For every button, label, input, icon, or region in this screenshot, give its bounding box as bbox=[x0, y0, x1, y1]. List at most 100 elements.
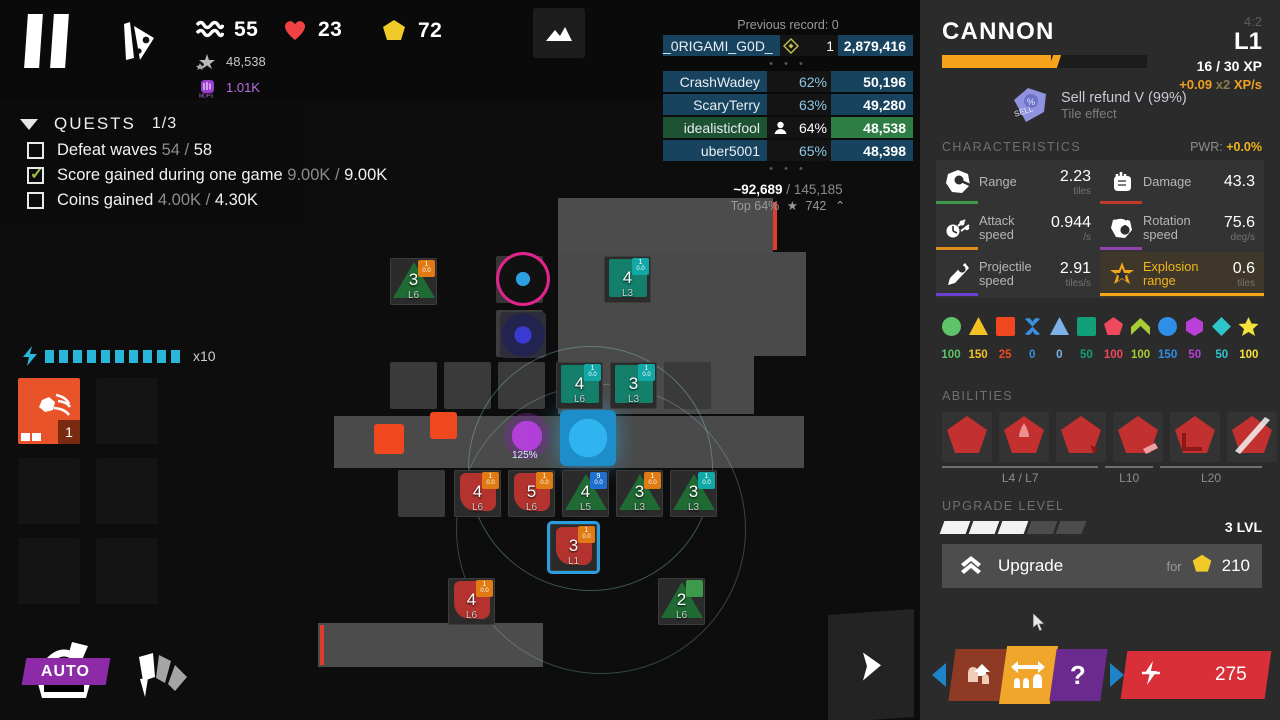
ability-pentagon-spike bbox=[999, 411, 1049, 464]
ability-slot-empty[interactable] bbox=[18, 538, 80, 604]
tile-level: L3 bbox=[627, 394, 640, 405]
fan-speed-icon[interactable] bbox=[135, 645, 197, 703]
board-tile[interactable]: 4 L5 9 0.0 bbox=[562, 470, 609, 517]
characteristic-unit: deg/s bbox=[1230, 231, 1255, 243]
ability-slot[interactable] bbox=[1170, 412, 1220, 462]
wave-value: 55 bbox=[234, 18, 259, 41]
pause-icon[interactable] bbox=[24, 14, 76, 68]
xp-rate-multiplier: x2 bbox=[1215, 77, 1231, 92]
ability-slot-empty[interactable] bbox=[96, 458, 158, 524]
board-tile[interactable]: 3 L1 1 0.0 bbox=[547, 521, 600, 574]
ability-card-meteor[interactable]: 1 bbox=[18, 378, 80, 444]
game-speed-icon[interactable] bbox=[110, 18, 166, 66]
empty-tile[interactable] bbox=[390, 362, 437, 409]
enemy-type-cell: 100 bbox=[1130, 316, 1152, 361]
sell-button[interactable]: 275 bbox=[1120, 651, 1272, 699]
abilities-row bbox=[942, 412, 1277, 462]
board-tile[interactable]: 3 L3 1 0.0 bbox=[610, 362, 657, 409]
enemy-type-value: 50 bbox=[1079, 349, 1093, 361]
board-tile[interactable]: 2 L6 bbox=[658, 578, 705, 625]
ability-slot-empty[interactable] bbox=[96, 538, 158, 604]
tile-coordinate: 4:2 bbox=[1243, 14, 1262, 29]
move-up-icon[interactable] bbox=[948, 649, 1007, 701]
quest-checkbox bbox=[27, 142, 44, 159]
characteristic-explosion-range[interactable]: Explosion range 0.6 tiles bbox=[1100, 252, 1264, 298]
board-tile[interactable]: 3 L3 1 0.0 bbox=[616, 470, 663, 517]
upgrade-pips: 3 LVL bbox=[939, 519, 1262, 535]
ability-slot[interactable] bbox=[999, 412, 1049, 462]
quests-header[interactable]: QUESTS 1/3 bbox=[0, 110, 430, 138]
chevron-down-icon[interactable] bbox=[20, 118, 38, 130]
help-label: ? bbox=[1070, 659, 1087, 690]
board-tile[interactable]: 4 L6 1 0.0 bbox=[448, 578, 495, 625]
board-tile[interactable]: 4 L6 1 0.0 bbox=[556, 362, 603, 409]
score-icon bbox=[196, 54, 215, 70]
diamond-icon bbox=[779, 35, 804, 56]
game-screen: 125% 3 L6 1 0.0 4 L3 1 0.0 4 L6 1 0.0 3 L3 1 0.0 4 L6 1 0.0… bbox=[0, 0, 1280, 720]
help-icon[interactable]: ? bbox=[1049, 649, 1108, 701]
ability-slot[interactable] bbox=[1227, 412, 1277, 462]
next-wave-button[interactable] bbox=[828, 608, 914, 720]
quest-sep: / bbox=[330, 166, 345, 184]
quests-panel[interactable]: QUESTS 1/3 Defeat waves 54 / 58 Score gai… bbox=[0, 104, 430, 223]
empty-tile[interactable] bbox=[444, 362, 491, 409]
arrow-left-icon[interactable] bbox=[932, 663, 946, 687]
ability-slot-empty[interactable] bbox=[18, 458, 80, 524]
enemy-type-value: 50 bbox=[1188, 349, 1202, 361]
leaderboard-percent: 65% bbox=[793, 140, 831, 161]
ability-slot[interactable] bbox=[1056, 412, 1106, 462]
tile-badge: 1 0.0 bbox=[584, 364, 601, 381]
leaderboard-top-row[interactable]: _0RIGAMI_G0D_ 1 2,879,416 bbox=[663, 35, 913, 56]
upgrade-button[interactable]: Upgrade for 210 bbox=[942, 544, 1262, 588]
board-tile[interactable]: 3 L3 1 0.0 bbox=[670, 470, 717, 517]
svg-text:MDPS: MDPS bbox=[199, 94, 214, 99]
leaderboard-row[interactable]: uber5001 65% 48,398 bbox=[663, 140, 913, 161]
coin-icon bbox=[1190, 553, 1214, 580]
characteristic-damage[interactable]: Damage 43.3 bbox=[1100, 160, 1264, 206]
tile-level: L5 bbox=[579, 502, 592, 513]
characteristic-attack-speed[interactable]: Attack speed 0.944/s bbox=[936, 206, 1100, 252]
tile-level: L6 bbox=[471, 502, 484, 513]
upgrade-pip bbox=[939, 520, 971, 534]
leaderboard-row[interactable]: idealisticfool 64% 48,538 bbox=[663, 117, 913, 138]
board-tile[interactable]: 3 L6 1 0.0 bbox=[390, 258, 437, 305]
move-sideways-icon[interactable] bbox=[998, 646, 1058, 704]
ability-slot-empty[interactable] bbox=[96, 378, 158, 444]
leaderboard-row[interactable]: ScaryTerry 63% 49,280 bbox=[663, 94, 913, 115]
characteristic-range[interactable]: Range 2.23 tiles bbox=[936, 160, 1100, 206]
characteristic-value: 2.23 bbox=[1059, 167, 1091, 185]
leaderboard-percent: 64% bbox=[793, 117, 831, 138]
game-viewport[interactable]: 125% 3 L6 1 0.0 4 L3 1 0.0 4 L6 1 0.0 3 L3 1 0.0 4 L6 1 0.0… bbox=[0, 0, 920, 720]
leaderboard-name: _0RIGAMI_G0D_ bbox=[663, 35, 780, 56]
pwr-value: +0.0% bbox=[1226, 140, 1262, 154]
progress-current: ~92,689 bbox=[733, 182, 783, 197]
board-tile[interactable]: 5 L6 1 0.0 bbox=[508, 470, 555, 517]
tile-level: L6 bbox=[573, 394, 586, 405]
game-board[interactable]: 125% 3 L6 1 0.0 4 L3 1 0.0 4 L6 1 0.0 3 L3 1 0.0 4 L6 1 0.0… bbox=[318, 198, 806, 674]
triangle-icon bbox=[968, 316, 989, 342]
quest-sep: / bbox=[179, 141, 194, 159]
enemy-type-value: 150 bbox=[968, 349, 988, 361]
arrow-right-icon[interactable] bbox=[1109, 663, 1124, 687]
characteristic-projectile-speed[interactable]: Projectile speed 2.91 tiles/s bbox=[936, 252, 1100, 298]
board-tile[interactable]: 4 L6 1 0.0 bbox=[454, 470, 501, 517]
characteristic-bar bbox=[936, 293, 978, 296]
characteristic-rotation-speed[interactable]: Rotation speed 75.6 deg/s bbox=[1100, 206, 1264, 252]
enemy-type-value: 150 bbox=[1158, 349, 1178, 361]
tower-detail-panel[interactable]: CANNON 4:2 L1 16 / 30 XP +0.09 x2 XP/s %… bbox=[920, 0, 1280, 720]
leaderboard-row[interactable]: CrashWadey 62% 50,196 bbox=[663, 71, 913, 92]
quest-target: 58 bbox=[193, 141, 213, 159]
tile-badge: 1 0.0 bbox=[536, 472, 553, 489]
ability-group-label: L10 bbox=[1105, 466, 1153, 485]
tile-level: L6 bbox=[675, 610, 688, 621]
upgrade-pip bbox=[1055, 520, 1087, 534]
upgrade-pip bbox=[1026, 520, 1058, 534]
ability-slot[interactable] bbox=[1113, 412, 1163, 462]
upgrade-label: UPGRADE LEVEL bbox=[942, 499, 1065, 513]
screenshot-icon[interactable] bbox=[533, 8, 585, 58]
empty-tile[interactable] bbox=[398, 470, 445, 517]
auto-button[interactable]: AUTO bbox=[18, 640, 111, 702]
mdps-counter: MDPS 1.01K bbox=[196, 76, 260, 99]
ability-slot[interactable] bbox=[942, 412, 992, 462]
board-tile[interactable]: 4 L3 1 0.0 bbox=[604, 256, 651, 303]
